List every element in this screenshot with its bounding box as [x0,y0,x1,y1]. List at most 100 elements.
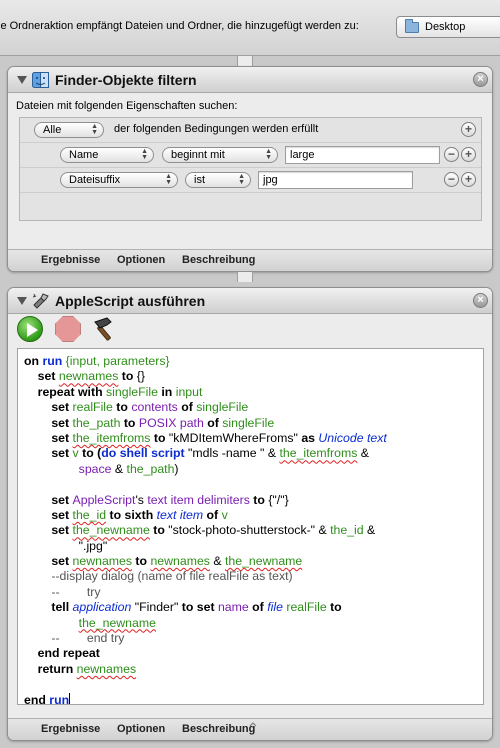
script-token: sixth [124,507,157,522]
script-token: set [37,369,59,384]
script-line: space & the_path) [24,462,483,477]
hammer-icon[interactable] [91,316,117,342]
script-token: {} [136,369,146,384]
script-token: -- try [51,584,101,599]
script-token: set [51,554,73,569]
script-token: "stock-photo-shutterstock-" & [168,523,331,538]
script-token: name [217,600,249,615]
finder-icon [32,72,49,88]
script-token: & [363,523,376,538]
condition-attribute-popup[interactable]: Name ▲ ▼ [60,147,154,163]
script-line: set AppleScript's text item delimiters t… [24,493,483,508]
run-applescript-action: AppleScript ausführen × on run {input, p… [7,287,493,741]
script-token: space [78,461,112,476]
add-condition-button[interactable]: + [461,147,476,162]
script-token: ) [174,461,179,476]
script-token: of [203,507,222,522]
options-button[interactable]: Optionen [117,254,165,266]
condition-operator-value: ist [194,174,205,186]
script-line [24,477,483,492]
script-line: set the_itemfroms to "kMDItemWhereFroms"… [24,431,483,446]
script-token: set [51,446,73,461]
script-token: --display dialog (name of file realFile … [51,569,293,584]
script-token: to [118,369,137,384]
script-line: set the_id to sixth text item of v [24,508,483,523]
condition-value-field[interactable]: jpg [258,171,413,189]
script-token [24,446,51,460]
script-token [24,539,79,553]
text-cursor [69,692,71,704]
stop-icon[interactable] [55,316,81,342]
script-token: run [49,692,70,705]
script-token: end repeat [37,646,100,661]
search-criteria-label: Dateien mit folgenden Eigenschaften such… [16,100,238,112]
script-token: the_path [126,461,175,476]
script-token [24,416,51,430]
match-mode-text: der folgenden Bedingungen werden erfüllt [114,123,319,135]
script-token: end [24,692,50,705]
disclosure-triangle-icon[interactable] [17,297,27,305]
close-action-icon[interactable]: × [473,72,488,87]
folder-select-value: Desktop [425,21,466,33]
script-token: singleFile [106,384,158,399]
remove-condition-button[interactable]: − [444,172,459,187]
close-action-icon[interactable]: × [473,293,488,308]
script-token: the_newname [72,523,150,538]
options-button[interactable]: Optionen [117,723,165,735]
condition-operator-popup[interactable]: beginnt mit ▲ ▼ [162,147,278,163]
popup-arrows-icon: ▲ ▼ [165,173,172,186]
script-token: repeat with [37,384,107,399]
criteria-box: Alle ▲ ▼ der folgenden Bedingungen werden … [19,117,482,221]
script-line: the_newname [24,616,483,631]
action-header[interactable]: Finder-Objekte filtern × [8,67,492,93]
script-token [24,400,51,414]
condition-row: Dateisuffix ▲ ▼ ist ▲ ▼ jpg − + [20,168,481,193]
script-token: the_newname [224,554,303,569]
script-token: to [150,430,169,445]
script-line: set v to (do shell script "mdls -name " … [24,446,483,461]
script-token: to [149,523,169,538]
script-token: v [221,507,228,522]
script-token: Unicode text [318,430,387,445]
script-token: & [209,554,225,569]
match-mode-popup[interactable]: Alle ▲ ▼ [34,122,104,138]
script-token [24,508,51,522]
applescript-icon [32,293,49,309]
condition-operator-value: beginnt mit [171,149,225,161]
description-button[interactable]: Beschreibung [182,254,255,266]
script-token: the_id [72,507,107,522]
script-line [24,677,483,692]
script-token: newnames [76,661,137,676]
action-header[interactable]: AppleScript ausführen × [8,288,492,314]
script-token: "mdls -name " & [184,446,280,461]
script-token: to set [181,600,218,615]
script-token [24,616,79,630]
match-mode-value: Alle [43,124,62,136]
folder-select-popup[interactable]: Desktop [396,16,500,38]
folder-action-label: ie Ordneraktion empfängt Dateien und Ord… [0,20,359,32]
script-token: as [297,430,319,445]
run-icon[interactable] [17,316,43,342]
script-token: 's [135,492,148,507]
script-token: file [267,600,283,615]
condition-operator-popup[interactable]: ist ▲ ▼ [185,172,251,188]
script-token [24,493,51,507]
script-editor[interactable]: on run {input, parameters} set newnames … [17,348,484,705]
remove-condition-button[interactable]: − [444,147,459,162]
script-token: POSIX path [138,415,204,430]
script-token [24,631,51,645]
script-token: realFile [286,600,327,615]
disclosure-triangle-icon[interactable] [17,76,27,84]
condition-value-field[interactable]: large [285,146,440,164]
add-condition-button[interactable]: + [461,122,476,137]
results-button[interactable]: Ergebnisse [41,723,100,735]
condition-attribute-popup[interactable]: Dateisuffix ▲ ▼ [60,172,178,188]
script-token: singleFile [222,415,275,430]
script-token: set [51,507,73,522]
match-mode-row: Alle ▲ ▼ der folgenden Bedingungen werden … [20,118,481,143]
results-button[interactable]: Ergebnisse [41,254,100,266]
script-token: newnames [72,554,133,569]
description-button[interactable]: Beschreibung [182,723,255,735]
script-token: "kMDItemWhereFroms" [168,430,298,445]
add-condition-button[interactable]: + [461,172,476,187]
